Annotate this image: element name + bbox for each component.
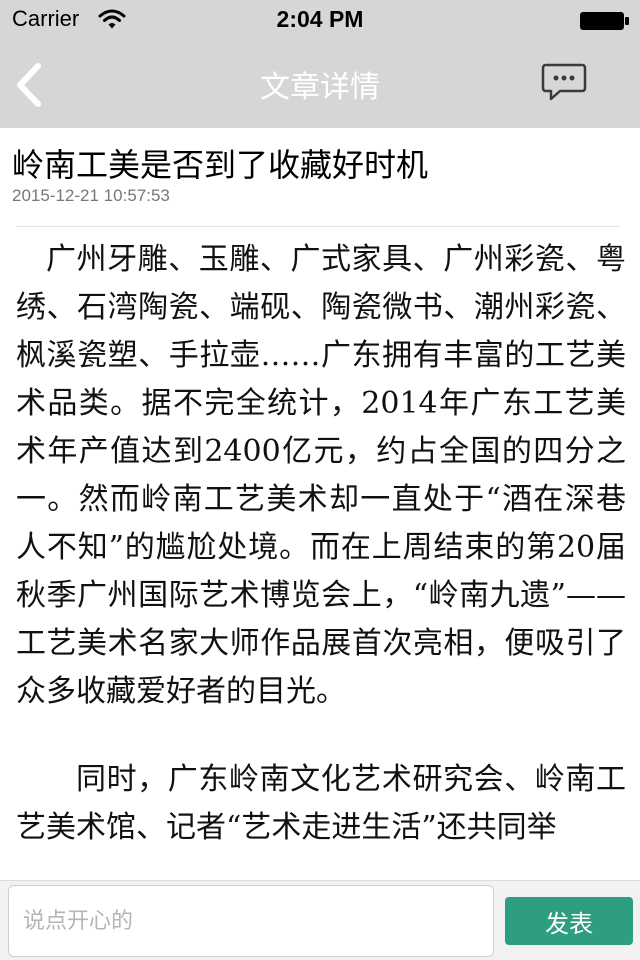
status-time: 2:04 PM <box>276 6 364 32</box>
app-header: Carrier 2:04 PM 文章详情 <box>0 0 640 128</box>
nav-bar: 文章详情 <box>0 40 640 128</box>
comment-bar: 发表 <box>0 880 640 960</box>
battery-icon <box>580 12 629 30</box>
article-date: 2015-12-21 10:57:53 <box>12 186 170 205</box>
status-bar: Carrier 2:04 PM <box>0 0 640 40</box>
submit-button[interactable]: 发表 <box>505 897 633 945</box>
article-content[interactable]: 岭南工美是否到了收藏好时机 2015-12-21 10:57:53 广州牙雕、玉… <box>0 128 640 880</box>
article-title: 岭南工美是否到了收藏好时机 <box>12 146 429 184</box>
article-body: 广州牙雕、玉雕、广式家具、广州彩瓷、粤绣、石湾陶瓷、端砚、陶瓷微书、潮州彩瓷、枫… <box>16 236 626 852</box>
article-paragraph: 同时，广东岭南文化艺术研究会、岭南工艺美术馆、记者“艺术走进生活”还共同举 <box>16 762 626 845</box>
comment-bubble-icon[interactable] <box>540 62 588 102</box>
comment-input[interactable] <box>8 885 494 957</box>
divider <box>16 226 620 227</box>
article-paragraph: 广州牙雕、玉雕、广式家具、广州彩瓷、粤绣、石湾陶瓷、端砚、陶瓷微书、潮州彩瓷、枫… <box>16 242 626 709</box>
